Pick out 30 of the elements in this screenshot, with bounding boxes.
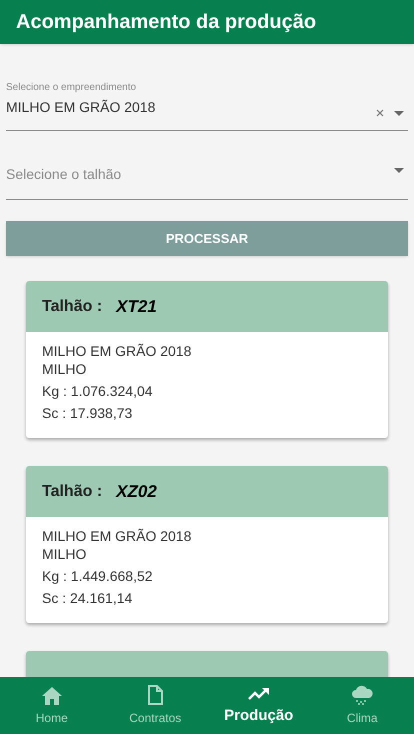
nav-tab[interactable]: Home bbox=[0, 677, 104, 734]
plot-code: XT21 bbox=[116, 296, 157, 318]
plot-label: Talhão : bbox=[42, 482, 102, 502]
plot-label: Talhão : bbox=[42, 296, 102, 316]
field-label: Selecione o empreendimento bbox=[6, 81, 136, 95]
document-icon bbox=[147, 685, 164, 705]
select-field[interactable]: Selecione o talhão bbox=[6, 148, 408, 200]
card-line: MILHO bbox=[42, 545, 88, 563]
dropdown-caret-icon[interactable] bbox=[394, 168, 404, 173]
card-line: Sc : 17.938,73 bbox=[42, 404, 134, 422]
clear-icon[interactable] bbox=[376, 109, 384, 117]
nav-tab[interactable]: Clima bbox=[310, 677, 414, 734]
cloud-snow-icon bbox=[351, 685, 374, 705]
card-line: MILHO bbox=[42, 360, 88, 378]
nav-tab[interactable]: Produção bbox=[207, 677, 310, 734]
card-line: Kg : 1.449.668,52 bbox=[42, 567, 154, 585]
nav-tab[interactable]: Contratos bbox=[104, 677, 207, 734]
field-value: MILHO EM GRÃO 2018 bbox=[6, 98, 156, 117]
app-title: Acompanhamento da produção bbox=[16, 10, 316, 35]
plot-code: XZ02 bbox=[116, 480, 157, 503]
process-button[interactable]: PROCESSAR bbox=[6, 221, 408, 256]
card-line: Sc : 24.161,14 bbox=[42, 589, 134, 607]
card-line: Kg : 1.076.324,04 bbox=[42, 382, 154, 400]
dropdown-caret-icon[interactable] bbox=[394, 110, 404, 116]
home-icon bbox=[42, 687, 62, 705]
trending-up-icon bbox=[248, 686, 270, 700]
select-field[interactable]: Selecione o empreendimento MILHO EM GRÃO 2018 bbox=[6, 79, 408, 131]
field-placeholder: Selecione o talhão bbox=[6, 165, 122, 184]
card-line: MILHO EM GRÃO 2018 bbox=[42, 342, 192, 360]
card-line: MILHO EM GRÃO 2018 bbox=[42, 527, 192, 545]
